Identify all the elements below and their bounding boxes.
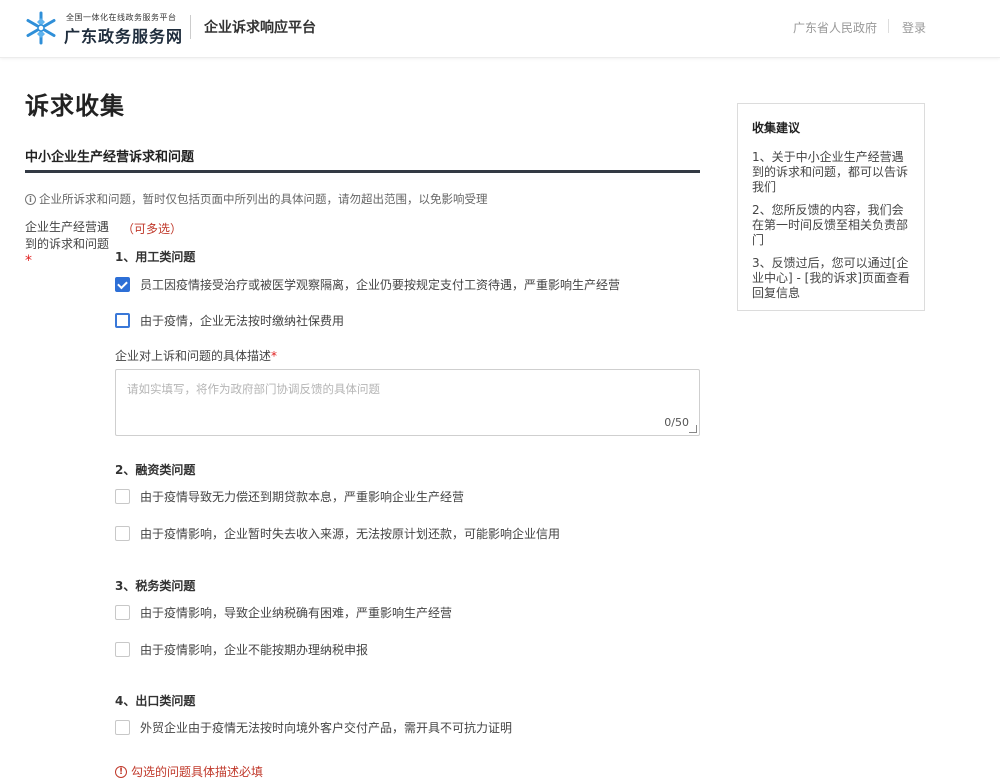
description-textarea[interactable]	[116, 370, 699, 435]
option-finance-credit[interactable]: 由于疫情影响，企业暂时失去收入来源，无法按原计划还款，可能影响企业信用	[115, 525, 560, 542]
checkbox[interactable]	[115, 720, 130, 735]
field-label: 企业生产经营遇到的诉求和问题 *	[25, 219, 115, 270]
category-title-tax: 3、税务类问题	[115, 579, 196, 593]
char-counter: 0/50	[664, 416, 689, 429]
option-export-force-majeure[interactable]: 外贸企业由于疫情无法按时向境外客户交付产品，需开具不可抗力证明	[115, 719, 512, 736]
option-label: 外贸企业由于疫情无法按时向境外客户交付产品，需开具不可抗力证明	[140, 721, 513, 735]
notice: i 企业所诉求和问题，暂时仅包括页面中所列出的具体问题，请勿超出范围，以免影响受…	[25, 191, 488, 207]
required-star: *	[25, 253, 32, 269]
brand-name[interactable]: 广东政务服务网	[64, 23, 183, 47]
gov-link[interactable]: 广东省人民政府	[793, 19, 877, 36]
checkbox[interactable]	[115, 642, 130, 657]
error-icon: !	[115, 765, 127, 778]
option-label: 员工因疫情接受治疗或被医学观察隔离，企业仍要按规定支付工资待遇，严重影响生产经营	[140, 278, 621, 292]
option-label: 由于疫情导致无力偿还到期贷款本息，严重影响企业生产经营	[140, 490, 465, 504]
platform-title[interactable]: 企业诉求响应平台	[204, 17, 316, 37]
tips-panel: 收集建议 1、关于中小企业生产经营遇到的诉求和问题，都可以告诉我们 2、您所反馈…	[737, 103, 925, 311]
top-header: 全国一体化在线政务服务平台 广东政务服务网 企业诉求响应平台 广东省人民政府 登…	[0, 0, 1000, 58]
login-link[interactable]: 登录	[902, 19, 926, 36]
tips-item: 2、您所反馈的内容，我们会在第一时间反馈至相关负责部门	[752, 203, 909, 247]
header-divider	[190, 15, 191, 39]
category-title-finance: 2、融资类问题	[115, 463, 196, 477]
description-field[interactable]: 0/50	[115, 369, 700, 436]
checkbox[interactable]	[115, 526, 130, 541]
checkbox[interactable]	[115, 313, 130, 328]
description-label-text: 企业对上诉和问题的具体描述	[115, 349, 272, 363]
option-labor-social-security[interactable]: 由于疫情，企业无法按时缴纳社保费用	[115, 312, 344, 329]
error-text: 勾选的问题具体描述必填	[131, 765, 264, 779]
resize-handle[interactable]	[689, 425, 697, 433]
checkbox-checked[interactable]	[115, 277, 130, 292]
option-tax-filing[interactable]: 由于疫情影响，企业不能按期办理纳税申报	[115, 641, 368, 658]
option-label: 由于疫情影响，企业暂时失去收入来源，无法按原计划还款，可能影响企业信用	[140, 527, 561, 541]
category-title-labor: 1、用工类问题	[115, 250, 196, 264]
tips-item: 1、关于中小企业生产经营遇到的诉求和问题，都可以告诉我们	[752, 150, 909, 194]
section-divider	[25, 170, 700, 173]
notice-text: 企业所诉求和问题，暂时仅包括页面中所列出的具体问题，请勿超出范围，以免影响受理	[39, 192, 488, 206]
validation-error: ! 勾选的问题具体描述必填	[115, 763, 263, 780]
page-title: 诉求收集	[25, 92, 125, 120]
brand-subtitle: 全国一体化在线政务服务平台	[66, 13, 177, 22]
option-labor-wages[interactable]: 员工因疫情接受治疗或被医学观察隔离，企业仍要按规定支付工资待遇，严重影响生产经营	[115, 276, 620, 293]
field-label-text: 企业生产经营遇到的诉求和问题	[25, 220, 110, 251]
option-label: 由于疫情，企业无法按时缴纳社保费用	[140, 314, 345, 328]
description-label: 企业对上诉和问题的具体描述*	[115, 347, 277, 364]
category-title-export: 4、出口类问题	[115, 694, 196, 708]
option-label: 由于疫情影响，导致企业纳税确有困难，严重影响生产经营	[140, 606, 453, 620]
section-title: 中小企业生产经营诉求和问题	[25, 150, 195, 165]
tips-title: 收集建议	[752, 121, 801, 135]
header-link-divider	[888, 19, 889, 33]
option-tax-difficulty[interactable]: 由于疫情影响，导致企业纳税确有困难，严重影响生产经营	[115, 604, 452, 621]
option-label: 由于疫情影响，企业不能按期办理纳税申报	[140, 643, 369, 657]
snowflake-logo-icon[interactable]	[24, 11, 58, 45]
checkbox[interactable]	[115, 605, 130, 620]
checkbox[interactable]	[115, 489, 130, 504]
tips-item: 3、反馈过后，您可以通过[企业中心] - [我的诉求]页面查看回复信息	[752, 256, 911, 300]
option-finance-loan[interactable]: 由于疫情导致无力偿还到期贷款本息，严重影响企业生产经营	[115, 488, 464, 505]
info-icon: i	[25, 193, 36, 205]
required-star: *	[271, 349, 278, 363]
multi-select-hint: （可多选）	[122, 222, 183, 236]
